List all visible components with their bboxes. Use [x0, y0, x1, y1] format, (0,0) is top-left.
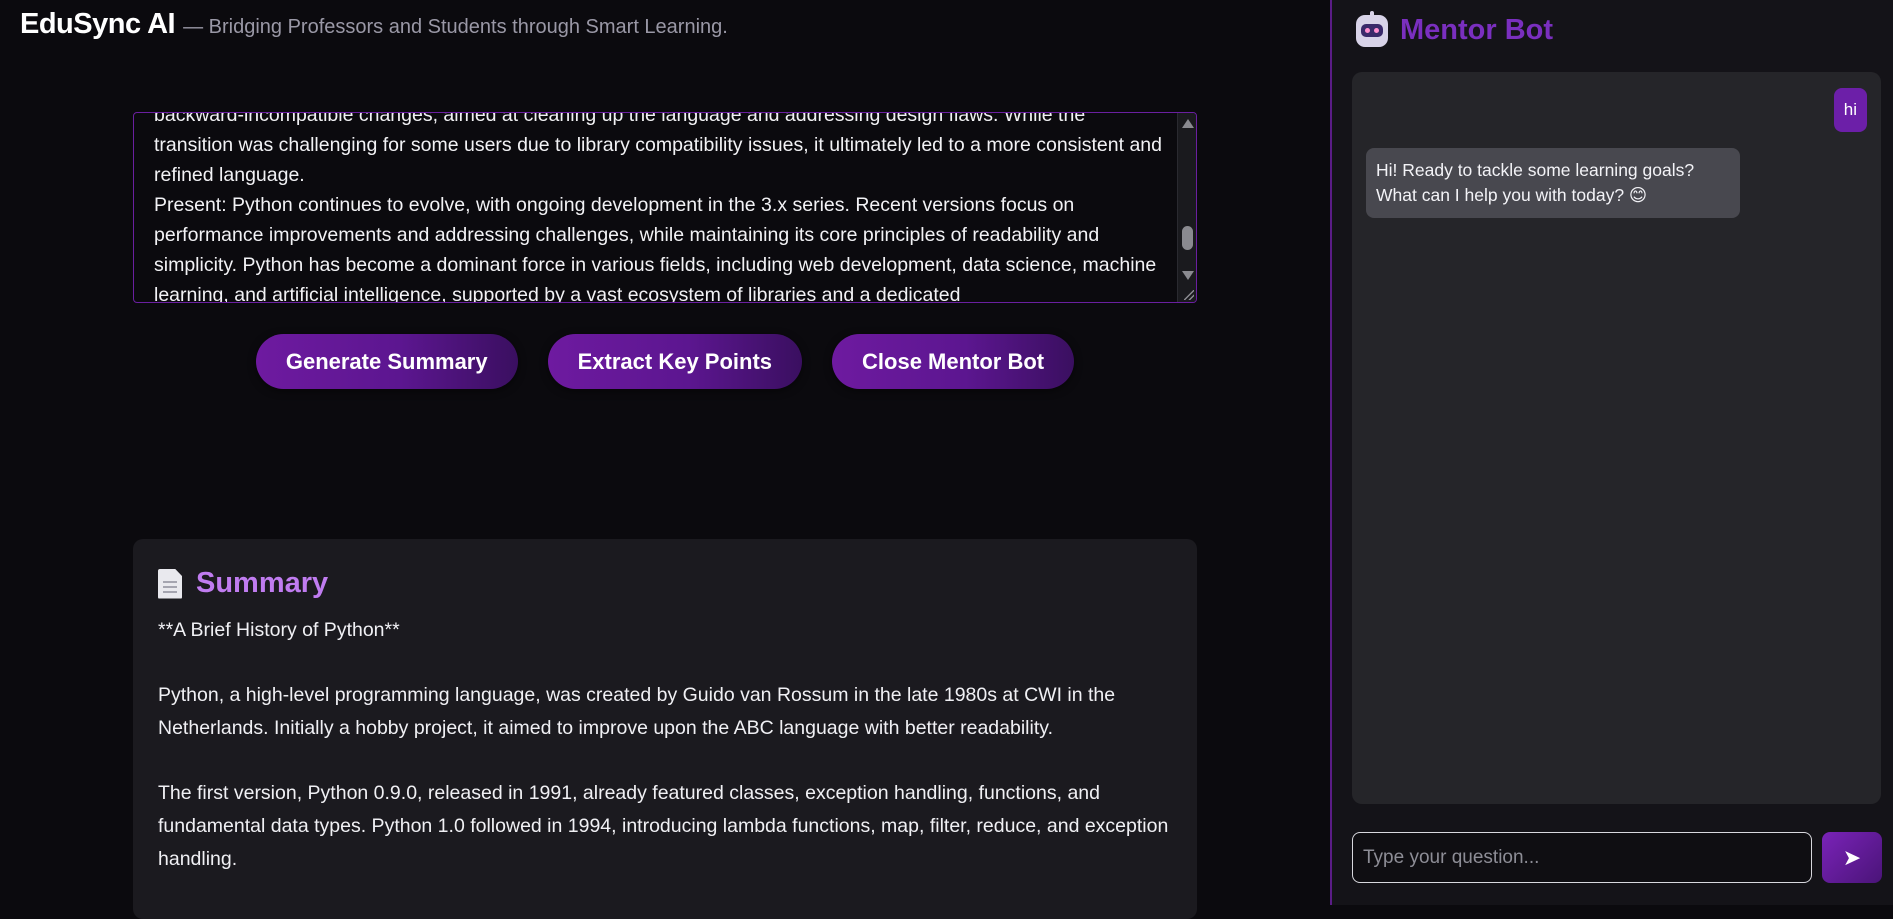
main-area: EduSync AI — Bridging Professors and Stu… [0, 0, 1330, 919]
summary-body: **A Brief History of Python** Python, a … [158, 614, 1172, 876]
scroll-down-icon[interactable] [1182, 271, 1194, 280]
send-icon: ➤ [1842, 844, 1862, 870]
extract-key-points-button[interactable]: Extract Key Points [547, 334, 803, 389]
summary-paragraph: The first version, Python 0.9.0, release… [158, 782, 1169, 870]
notes-paragraph: Present: Python continues to evolve, wit… [154, 194, 1157, 303]
question-input[interactable] [1352, 832, 1812, 883]
chat-header: Mentor Bot [1356, 10, 1554, 47]
robot-icon [1356, 10, 1388, 47]
notes-paragraph: backward-incompatible changes, aimed at … [154, 112, 1162, 186]
user-message: hi [1833, 88, 1867, 132]
resize-handle-icon[interactable] [1184, 290, 1194, 300]
notes-text: backward-incompatible changes, aimed at … [154, 112, 1164, 303]
summary-paragraph: Python, a high-level programming languag… [158, 684, 1116, 739]
bot-message-line: What can I help you with today? 😊 [1376, 185, 1648, 205]
notes-scrollbar[interactable] [1177, 113, 1196, 302]
generate-summary-button[interactable]: Generate Summary [255, 334, 518, 389]
summary-title: Summary [196, 567, 329, 599]
summary-header: Summary [158, 567, 1172, 600]
app-header: EduSync AI — Bridging Professors and Stu… [20, 8, 728, 41]
summary-card: Summary **A Brief History of Python** Py… [133, 539, 1197, 919]
chat-messages: hi Hi! Ready to tackle some learning goa… [1352, 72, 1881, 804]
send-button[interactable]: ➤ [1822, 832, 1882, 883]
chat-title: Mentor Bot [1400, 14, 1554, 46]
bot-message-line: Hi! Ready to tackle some learning goals? [1376, 160, 1695, 180]
notes-textarea[interactable]: backward-incompatible changes, aimed at … [133, 112, 1197, 303]
scroll-thumb[interactable] [1182, 226, 1193, 250]
bot-message: Hi! Ready to tackle some learning goals?… [1366, 148, 1740, 218]
close-mentor-bot-button[interactable]: Close Mentor Bot [832, 334, 1075, 389]
mentor-bot-panel: Mentor Bot hi Hi! Ready to tackle some l… [1330, 0, 1893, 905]
scroll-up-icon[interactable] [1182, 119, 1194, 128]
app-title: EduSync AI [20, 8, 176, 40]
action-buttons: Generate Summary Extract Key Points Clos… [0, 334, 1330, 389]
app-tagline: — Bridging Professors and Students throu… [183, 16, 728, 38]
summary-paragraph: **A Brief History of Python** [158, 619, 400, 641]
document-icon [158, 568, 182, 599]
